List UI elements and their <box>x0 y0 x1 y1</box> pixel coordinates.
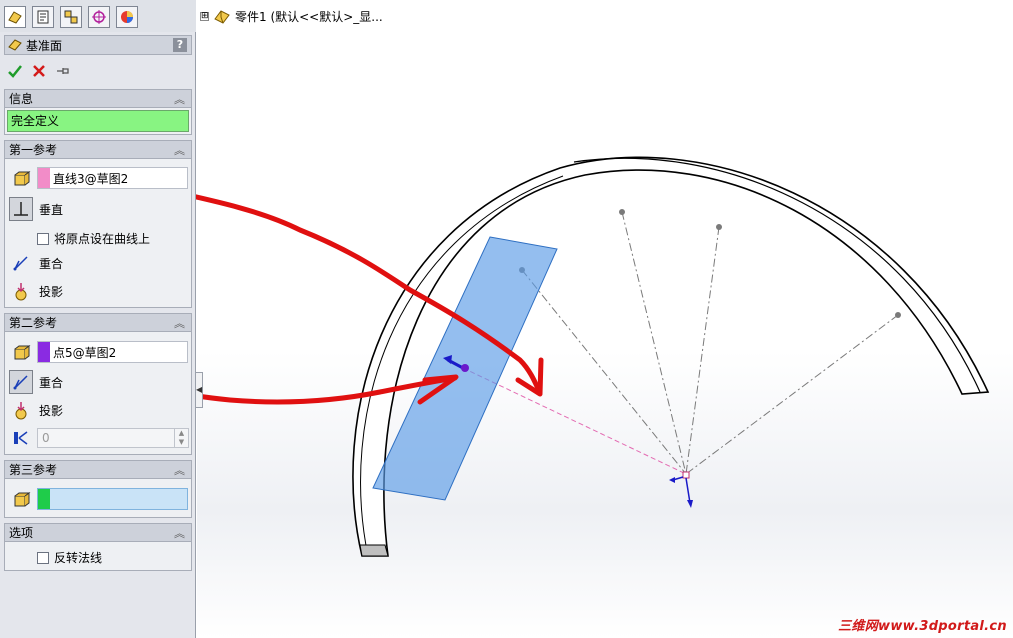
feature-title-bar: 基准面 ? <box>4 35 192 55</box>
first-reference-value: 直线3@草图2 <box>53 171 129 186</box>
property-icon <box>37 10 49 24</box>
first-reference-swatch <box>38 168 50 188</box>
coincident-icon <box>13 256 28 271</box>
coincident-row[interactable]: 重合 <box>9 251 63 275</box>
second-reference-header[interactable]: 第二参考 ︽ <box>5 314 191 332</box>
first-reference-header-label: 第一参考 <box>9 143 58 157</box>
perpendicular-row[interactable]: 垂直 <box>9 197 63 221</box>
feature-tree-root[interactable]: ⊞ 零件1 (默认<<默认>_显... <box>200 6 383 26</box>
project-label: 投影 <box>39 284 64 299</box>
flip-normal-label: 反转法线 <box>54 551 103 565</box>
options-header[interactable]: 选项 ︽ <box>5 524 191 542</box>
second-reference-selection[interactable]: 点5@草图2 <box>37 341 188 363</box>
collapse-icon[interactable]: ︽ <box>174 315 185 331</box>
reference-entity-icon <box>9 488 33 512</box>
coincident-label: 重合 <box>39 375 64 390</box>
tab-property-manager[interactable] <box>32 6 54 28</box>
tab-feature-manager[interactable] <box>4 6 26 28</box>
project-label: 投影 <box>39 403 64 418</box>
project-button[interactable] <box>9 398 33 422</box>
configuration-icon <box>64 10 78 24</box>
coincident-label: 重合 <box>39 256 64 271</box>
first-reference-group: 第一参考 ︽ 直线3@草图2 垂直 将原点设在曲线上 重合 投影 <box>4 140 192 308</box>
third-reference-swatch <box>38 489 50 509</box>
part-icon <box>214 10 230 24</box>
manager-tabs <box>0 0 196 32</box>
tab-dimxpert[interactable] <box>88 6 110 28</box>
part-label[interactable]: 零件1 (默认<<默认>_显... <box>235 8 383 25</box>
options-group: 选项 ︽ 反转法线 <box>4 523 192 571</box>
perpendicular-button[interactable] <box>9 197 33 221</box>
pushpin-icon <box>57 68 69 74</box>
display-icon <box>121 11 133 23</box>
status-message: 完全定义 <box>7 110 189 132</box>
help-button[interactable]: ? <box>173 38 187 52</box>
origin-on-curve-label: 将原点设在曲线上 <box>54 232 151 246</box>
perpendicular-icon <box>14 202 28 216</box>
project-row[interactable]: 投影 <box>9 279 63 303</box>
info-group: 信息 ︽ 完全定义 <box>4 89 192 135</box>
project-row[interactable]: 投影 <box>9 398 63 422</box>
coincident-button[interactable] <box>9 370 33 394</box>
first-reference-header[interactable]: 第一参考 ︽ <box>5 141 191 159</box>
third-reference-group: 第三参考 ︽ <box>4 460 192 518</box>
ok-button[interactable] <box>6 62 24 80</box>
origin-triad <box>669 471 693 508</box>
pin-button[interactable] <box>54 62 72 80</box>
options-header-label: 选项 <box>9 526 34 540</box>
info-header-label: 信息 <box>9 92 34 106</box>
action-buttons <box>6 62 72 80</box>
second-reference-header-label: 第二参考 <box>9 316 58 330</box>
info-header[interactable]: 信息 ︽ <box>5 90 191 108</box>
second-reference-group: 第二参考 ︽ 点5@草图2 重合 投影 0 ▲ ▼ <box>4 313 192 455</box>
checkbox-box[interactable] <box>37 551 49 564</box>
third-reference-header[interactable]: 第三参考 ︽ <box>5 461 191 479</box>
feature-title: 基准面 <box>26 38 63 53</box>
property-manager: 基准面 ? 信息 ︽ 完全定义 第一参考 ︽ 直线3@草图2 垂直 将原点设在曲… <box>0 0 196 638</box>
distance-stepper[interactable]: ▲ ▼ <box>174 429 188 447</box>
tab-configuration-manager[interactable] <box>60 6 82 28</box>
flip-normal-checkbox[interactable]: 反转法线 <box>37 549 102 566</box>
origin-on-curve-checkbox[interactable]: 将原点设在曲线上 <box>37 230 150 247</box>
second-reference-swatch <box>38 342 50 362</box>
distance-value: 0 <box>42 431 50 445</box>
collapse-icon[interactable]: ︽ <box>174 91 185 107</box>
cancel-button[interactable] <box>30 62 48 80</box>
second-reference-value: 点5@草图2 <box>53 345 117 360</box>
collapse-icon[interactable]: ︽ <box>174 462 185 478</box>
close-icon <box>33 65 45 77</box>
tab-display-manager[interactable] <box>116 6 138 28</box>
project-icon <box>15 283 27 301</box>
collapse-icon[interactable]: ︽ <box>174 525 185 541</box>
third-reference-selection[interactable] <box>37 488 188 510</box>
expand-icon[interactable]: ⊞ <box>200 11 209 21</box>
collapse-icon[interactable]: ︽ <box>174 142 185 158</box>
third-reference-header-label: 第三参考 <box>9 463 58 477</box>
watermark: 三维网www.3dportal.cn <box>838 619 1007 634</box>
distance-button[interactable] <box>9 426 33 450</box>
first-reference-selection[interactable]: 直线3@草图2 <box>37 167 188 189</box>
coincident-button[interactable] <box>9 251 33 275</box>
reference-entity-icon <box>9 167 33 191</box>
construction-lines <box>521 211 899 475</box>
checkmark-icon <box>8 65 22 78</box>
crosshair-icon <box>92 10 106 24</box>
coincident-icon <box>13 375 28 390</box>
feature-tree-icon <box>8 11 22 24</box>
coincident-row[interactable]: 重合 <box>9 370 63 394</box>
perpendicular-label: 垂直 <box>39 202 64 217</box>
project-icon <box>15 402 27 420</box>
plane-icon <box>8 39 22 51</box>
reference-entity-icon <box>9 341 33 365</box>
project-button[interactable] <box>9 279 33 303</box>
distance-input[interactable]: 0 ▲ ▼ <box>37 428 189 448</box>
panel-collapse-handle[interactable]: ◀ <box>195 372 203 408</box>
distance-icon <box>14 431 28 445</box>
checkbox-box[interactable] <box>37 232 49 245</box>
